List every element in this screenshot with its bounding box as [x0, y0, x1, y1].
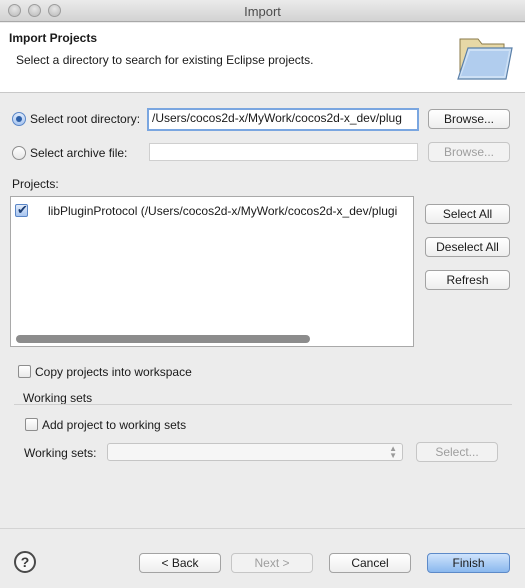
deselect-all-button[interactable]: Deselect All — [425, 237, 510, 257]
list-item[interactable]: libPluginProtocol (/Users/cocos2d-x/MyWo… — [48, 204, 397, 218]
working-sets-select[interactable]: ▲ ▼ — [107, 443, 403, 461]
project-checkbox[interactable]: ✔ — [15, 202, 28, 217]
add-to-working-sets-label: Add project to working sets — [42, 418, 187, 432]
wizard-banner: Import Projects Select a directory to se… — [0, 23, 525, 93]
scrollbar-thumb[interactable] — [16, 335, 310, 343]
browse-archive-button[interactable]: Browse... — [428, 142, 510, 162]
folder-icon — [457, 38, 513, 80]
next-button[interactable]: Next > — [231, 553, 313, 573]
projects-list[interactable]: ✔ libPluginProtocol (/Users/cocos2d-x/My… — [10, 196, 414, 347]
archive-file-input[interactable] — [149, 143, 418, 161]
back-button[interactable]: < Back — [139, 553, 221, 573]
archive-file-radio[interactable] — [12, 146, 26, 160]
title-bar: Import — [0, 0, 525, 22]
cancel-button[interactable]: Cancel — [329, 553, 411, 573]
root-directory-radio[interactable] — [12, 112, 26, 126]
root-directory-input[interactable]: /Users/cocos2d-x/MyWork/cocos2d-x_dev/pl… — [147, 108, 419, 131]
window-title: Import — [244, 4, 281, 19]
working-sets-field-label: Working sets: — [24, 446, 97, 460]
select-arrows-icon: ▲ ▼ — [389, 444, 397, 460]
copy-projects-label: Copy projects into workspace — [35, 365, 192, 379]
select-all-button[interactable]: Select All — [425, 204, 510, 224]
select-working-sets-button[interactable]: Select... — [416, 442, 498, 462]
group-divider — [14, 404, 512, 405]
help-icon[interactable]: ? — [14, 551, 36, 573]
archive-file-label: Select archive file: — [30, 146, 128, 160]
copy-projects-checkbox[interactable] — [18, 365, 31, 378]
banner-description: Select a directory to search for existin… — [16, 53, 314, 67]
add-to-working-sets-checkbox[interactable] — [25, 418, 38, 431]
footer-divider — [0, 528, 525, 529]
refresh-button[interactable]: Refresh — [425, 270, 510, 290]
banner-title: Import Projects — [9, 31, 98, 45]
browse-root-button[interactable]: Browse... — [428, 109, 510, 129]
horizontal-scrollbar[interactable] — [12, 334, 412, 344]
working-sets-group-label: Working sets — [23, 391, 93, 405]
checkmark-icon: ✔ — [17, 202, 28, 217]
root-directory-label: Select root directory: — [30, 112, 141, 126]
projects-label: Projects: — [12, 177, 59, 191]
finish-button[interactable]: Finish — [427, 553, 510, 573]
